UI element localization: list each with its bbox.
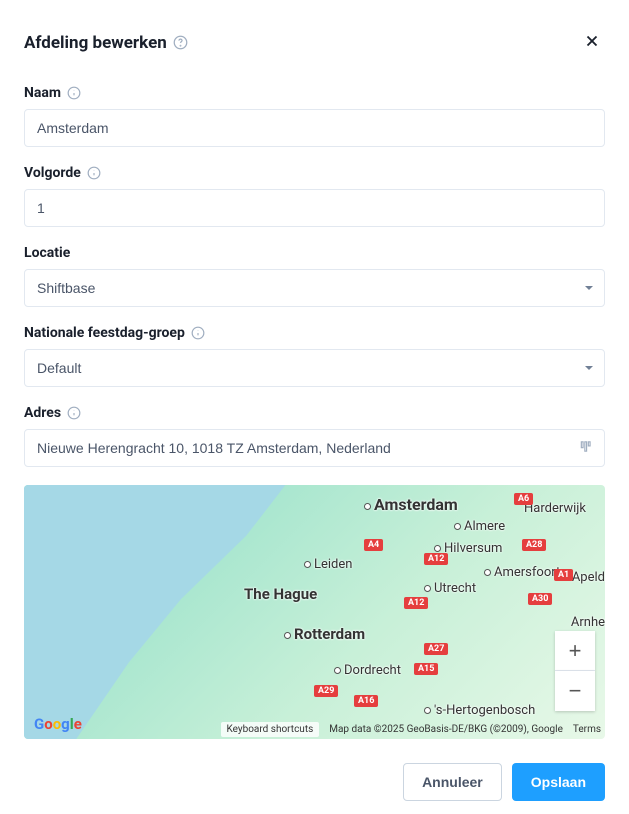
zoom-out-button[interactable]: − <box>555 671 595 711</box>
road-a30: A30 <box>528 593 552 605</box>
map-overlay: Amsterdam The Hague Rotterdam Utrecht Al… <box>24 485 605 739</box>
order-label-text: Volgorde <box>24 165 81 181</box>
road-a28: A28 <box>522 539 546 551</box>
map-attribution: Map data ©2025 GeoBasis-DE/BKG (©2009), … <box>329 724 563 735</box>
road-a12b: A12 <box>424 553 448 565</box>
city-amsterdam: Amsterdam <box>374 495 458 514</box>
location-label: Locatie <box>24 245 605 261</box>
location-group: Locatie Shiftbase <box>24 245 605 307</box>
address-action-icon[interactable] <box>579 439 593 458</box>
city-leiden: Leiden <box>314 557 352 572</box>
order-label: Volgorde <box>24 165 605 181</box>
map-water <box>24 485 285 739</box>
modal-footer: Annuleer Opslaan <box>24 763 605 801</box>
road-a27: A27 <box>424 643 448 655</box>
order-group: Volgorde <box>24 165 605 227</box>
address-input[interactable] <box>24 429 605 467</box>
city-the-hague: The Hague <box>244 585 317 603</box>
city-dordrecht: Dordrecht <box>344 663 401 678</box>
city-shertogenbosch: 's-Hertogenbosch <box>434 703 535 718</box>
name-input[interactable] <box>24 109 605 147</box>
holiday-group-select[interactable]: Default <box>24 349 605 387</box>
city-hilversum: Hilversum <box>444 541 502 556</box>
address-label: Adres <box>24 405 605 421</box>
address-label-text: Adres <box>24 405 61 421</box>
road-a29: A29 <box>314 685 338 697</box>
info-icon[interactable] <box>191 326 205 340</box>
close-button[interactable] <box>579 28 605 57</box>
cancel-button[interactable]: Annuleer <box>403 763 502 801</box>
city-almere: Almere <box>464 519 505 534</box>
name-group: Naam <box>24 85 605 147</box>
map[interactable]: Amsterdam The Hague Rotterdam Utrecht Al… <box>24 485 605 739</box>
modal-title-text: Afdeling bewerken <box>24 33 167 53</box>
help-icon[interactable] <box>173 35 188 50</box>
city-apeldoorn: Apeld <box>572 570 605 585</box>
map-footer: Keyboard shortcuts Map data ©2025 GeoBas… <box>221 722 602 737</box>
modal-header: Afdeling bewerken <box>24 28 605 57</box>
zoom-in-button[interactable]: + <box>555 631 595 671</box>
address-input-wrapper <box>24 429 605 467</box>
road-a16: A16 <box>354 695 378 707</box>
road-a6: A6 <box>514 493 533 505</box>
road-a4: A4 <box>364 539 383 551</box>
save-button[interactable]: Opslaan <box>512 763 605 801</box>
modal-title: Afdeling bewerken <box>24 33 188 53</box>
terms-link[interactable]: Terms <box>573 724 601 735</box>
holiday-group-label-text: Nationale feestdag-groep <box>24 325 185 341</box>
city-utrecht: Utrecht <box>434 581 476 596</box>
road-a1: A1 <box>554 569 573 581</box>
google-logo: Google <box>34 715 82 733</box>
order-input[interactable] <box>24 189 605 227</box>
city-arnhem: Arnhe <box>571 615 605 630</box>
location-select[interactable]: Shiftbase <box>24 269 605 307</box>
city-harderwijk: Harderwijk <box>524 501 586 516</box>
address-group: Adres <box>24 405 605 467</box>
holiday-group-label: Nationale feestdag-groep <box>24 325 605 341</box>
name-label: Naam <box>24 85 605 101</box>
road-a15: A15 <box>414 663 438 675</box>
road-a12: A12 <box>404 597 428 609</box>
info-icon[interactable] <box>67 86 81 100</box>
name-label-text: Naam <box>24 85 61 101</box>
info-icon[interactable] <box>87 166 101 180</box>
holiday-select-wrapper: Default <box>24 349 605 387</box>
map-zoom-controls: + − <box>555 631 595 711</box>
city-amersfoort: Amersfoort <box>494 565 560 580</box>
info-icon[interactable] <box>67 406 81 420</box>
city-rotterdam: Rotterdam <box>294 625 365 643</box>
keyboard-shortcuts-link[interactable]: Keyboard shortcuts <box>221 722 320 737</box>
holiday-group-group: Nationale feestdag-groep Default <box>24 325 605 387</box>
location-label-text: Locatie <box>24 245 70 261</box>
location-select-wrapper: Shiftbase <box>24 269 605 307</box>
